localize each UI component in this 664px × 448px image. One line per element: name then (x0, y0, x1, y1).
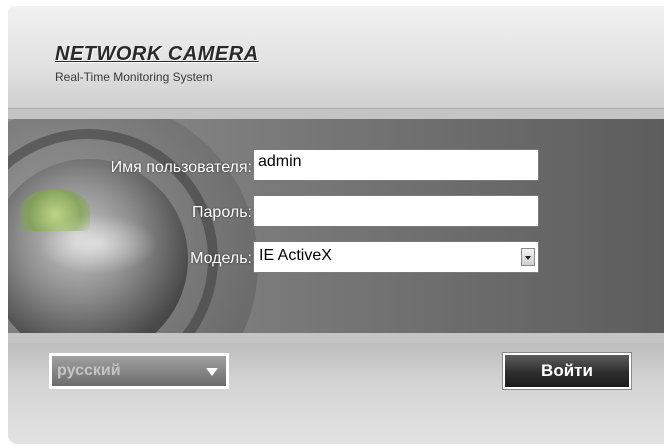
username-input[interactable]: admin (253, 149, 539, 181)
footer: русский Войти (8, 343, 664, 444)
chevron-down-icon (525, 256, 531, 260)
login-window: NETWORK CAMERA Real-Time Monitoring Syst… (8, 6, 664, 444)
model-dropdown-button[interactable] (521, 248, 535, 266)
divider-top (8, 109, 664, 119)
login-button[interactable]: Войти (502, 352, 632, 390)
login-panel: Имя пользователя: admin Пароль: Модель: … (8, 119, 664, 333)
brand-title: NETWORK CAMERA (55, 43, 259, 65)
language-select-value: русский (57, 362, 121, 379)
password-input[interactable] (253, 195, 539, 227)
model-label: Модель: (190, 250, 252, 267)
login-button-label: Войти (505, 355, 629, 387)
brand-subtitle: Real-Time Monitoring System (55, 70, 213, 84)
header: NETWORK CAMERA Real-Time Monitoring Syst… (8, 6, 664, 109)
language-select-body: русский (52, 356, 226, 386)
triangle-down-icon (206, 368, 218, 376)
password-label: Пароль: (192, 204, 252, 221)
language-select[interactable]: русский (49, 353, 229, 389)
divider-bottom (8, 333, 664, 343)
username-label: Имя пользователя: (110, 159, 252, 176)
model-select-value: IE ActiveX (259, 247, 332, 264)
lens-highlight (38, 214, 158, 274)
model-select[interactable]: IE ActiveX (253, 241, 539, 273)
